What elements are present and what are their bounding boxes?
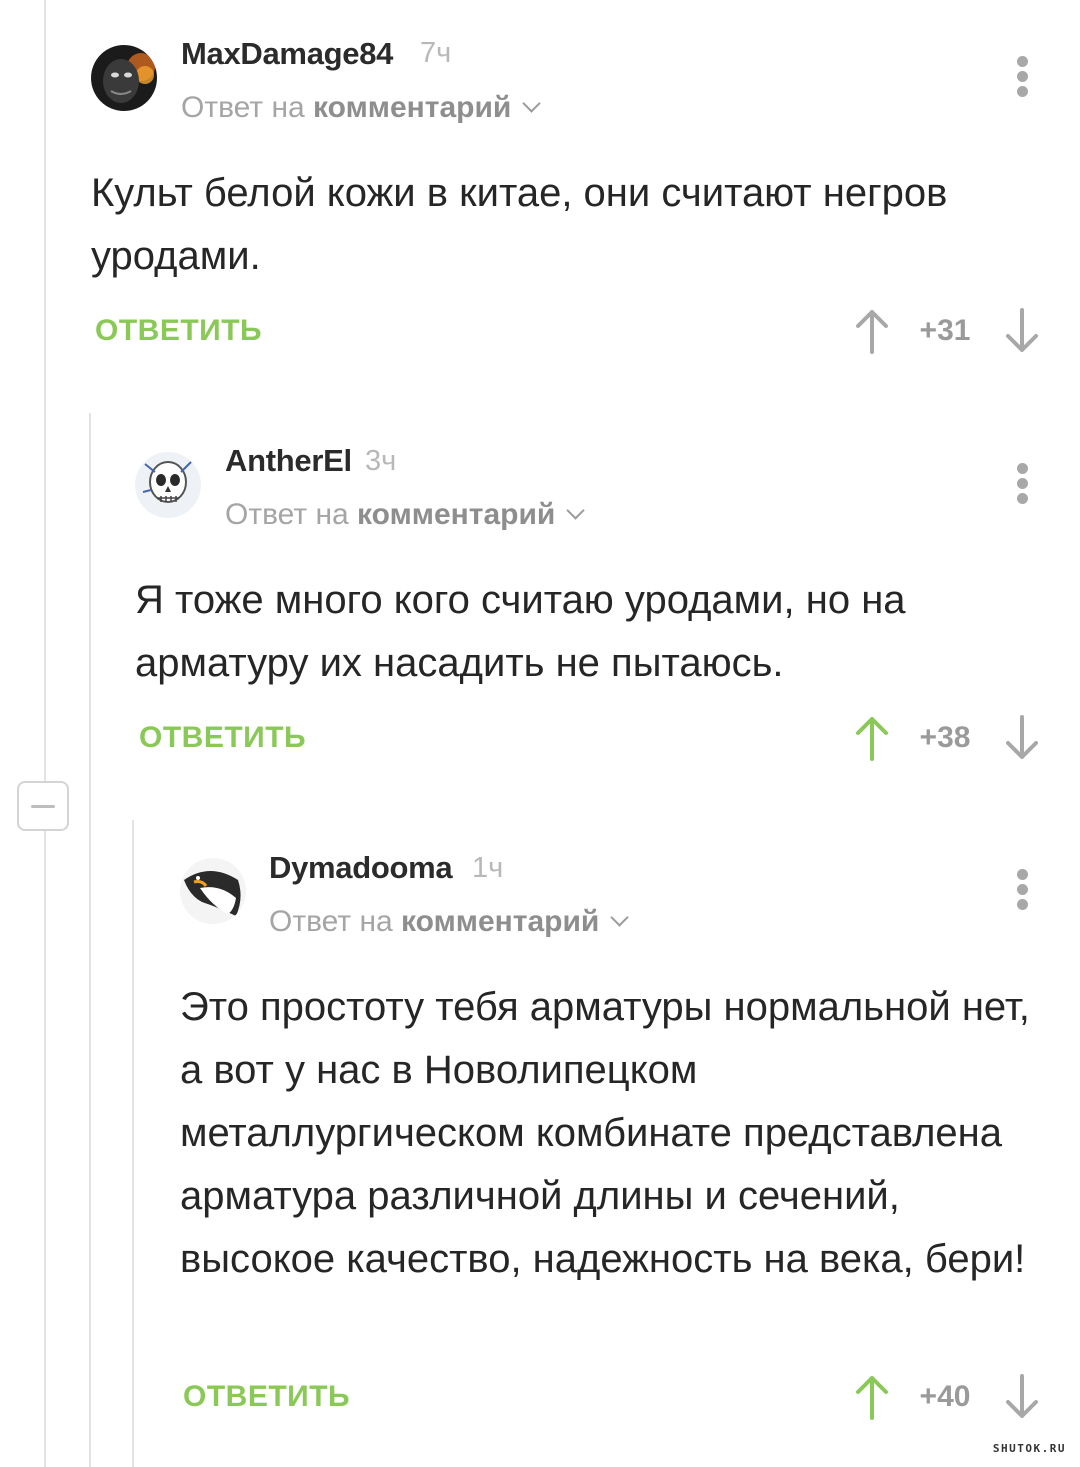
upvote-button[interactable] (852, 715, 892, 761)
reply-to-link[interactable]: Ответ на комментарий (225, 498, 586, 532)
timestamp: 3ч (365, 445, 397, 477)
thread-line-level-2 (89, 413, 91, 1467)
rating: +31 (919, 314, 971, 347)
timestamp: 7ч (420, 37, 452, 69)
rating: +40 (919, 1380, 971, 1413)
avatar[interactable] (91, 45, 157, 111)
thread-line-level-3 (132, 820, 134, 1467)
rating: +38 (919, 721, 971, 754)
chevron-down-icon[interactable] (522, 94, 542, 113)
penguin-avatar-icon (180, 858, 246, 924)
downvote-button[interactable] (1002, 1374, 1042, 1420)
more-options-icon[interactable] (1015, 869, 1029, 917)
downvote-button[interactable] (1002, 308, 1042, 354)
thread-line-level-1 (44, 0, 46, 1467)
reply-button[interactable]: ОТВЕТИТЬ (95, 314, 262, 348)
more-options-icon[interactable] (1015, 56, 1029, 104)
reply-to-comment-link[interactable]: комментарий (401, 905, 599, 938)
reply-button[interactable]: ОТВЕТИТЬ (139, 721, 306, 755)
reply-to-prefix: Ответ на (269, 905, 393, 938)
username[interactable]: AntherEl (225, 443, 352, 479)
skull-sketch-avatar-icon (135, 452, 201, 518)
arrow-up-icon (856, 1376, 888, 1420)
upvote-button[interactable] (852, 308, 892, 354)
reply-to-link[interactable]: Ответ на комментарий (269, 905, 630, 939)
reply-to-prefix: Ответ на (181, 91, 305, 124)
upvote-button[interactable] (852, 1374, 892, 1420)
arrow-down-icon (1006, 715, 1038, 759)
comment-text: Это простоту тебя арматуры нормальной не… (180, 985, 1030, 1281)
arrow-down-icon (1006, 308, 1038, 352)
arrow-up-icon (856, 310, 888, 354)
reply-to-comment-link[interactable]: комментарий (357, 498, 555, 531)
reply-button[interactable]: ОТВЕТИТЬ (183, 1380, 350, 1414)
arrow-up-icon (856, 717, 888, 761)
avatar[interactable] (135, 452, 201, 518)
dark-creature-avatar-icon (91, 45, 157, 111)
more-options-icon[interactable] (1015, 463, 1029, 511)
chevron-down-icon[interactable] (610, 908, 630, 927)
arrow-down-icon (1006, 1374, 1038, 1418)
timestamp: 1ч (472, 852, 504, 884)
watermark: SHUTOK.RU (992, 1442, 1066, 1455)
username[interactable]: MaxDamage84 (181, 36, 393, 72)
chevron-down-icon[interactable] (566, 501, 586, 520)
reply-to-link[interactable]: Ответ на комментарий (181, 91, 542, 125)
reply-to-prefix: Ответ на (225, 498, 349, 531)
collapse-thread-button[interactable] (17, 781, 69, 831)
reply-to-comment-link[interactable]: комментарий (313, 91, 511, 124)
avatar[interactable] (180, 858, 246, 924)
username[interactable]: Dymadooma (269, 850, 453, 886)
comment-text: Культ белой кожи в китае, они считают не… (91, 171, 948, 278)
comment-text: Я тоже много кого считаю уродами, но на … (135, 578, 906, 685)
downvote-button[interactable] (1002, 715, 1042, 761)
